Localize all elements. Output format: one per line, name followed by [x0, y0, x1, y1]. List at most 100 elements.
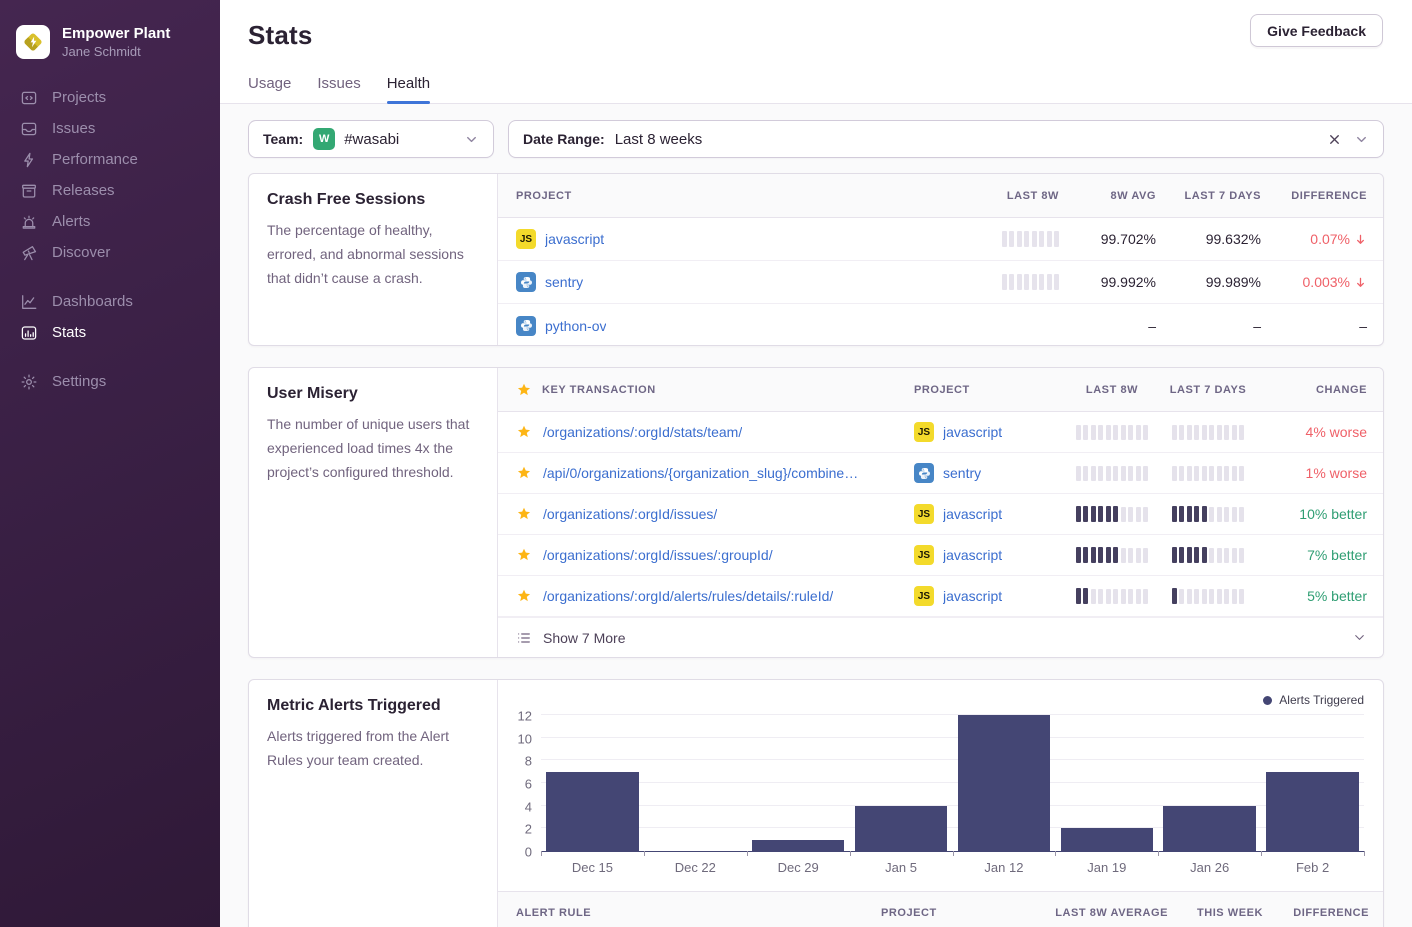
y-axis-label: 8 — [525, 754, 532, 769]
project-link[interactable]: javascript — [943, 506, 1002, 522]
sidebar-item-label: Settings — [52, 373, 106, 390]
gridline — [541, 737, 1364, 738]
sidebar-item-performance[interactable]: Performance — [0, 144, 220, 175]
star-icon — [516, 382, 532, 398]
legend-dot-icon — [1263, 696, 1272, 705]
avg-8w-value: 99.992% — [1101, 274, 1156, 290]
transaction-link[interactable]: /organizations/:orgId/stats/team/ — [543, 424, 742, 440]
y-axis-label: 10 — [518, 731, 532, 746]
alert-rules-table-header: ALERT RULEPROJECTLAST 8W AVERAGETHIS WEE… — [498, 891, 1383, 927]
x-axis-tick — [953, 851, 954, 856]
python-platform-icon — [516, 316, 536, 336]
chart-bar — [1163, 806, 1256, 851]
x-axis-tick — [541, 851, 542, 856]
y-axis-label: 2 — [525, 822, 532, 837]
user-misery-description: User Misery The number of unique users t… — [249, 368, 498, 657]
project-link[interactable]: python-ov — [545, 318, 606, 334]
metric-alerts-description: Metric Alerts Triggered Alerts triggered… — [249, 680, 498, 927]
clear-icon[interactable] — [1327, 132, 1342, 147]
team-select[interactable]: Team: W #wasabi — [248, 120, 494, 158]
sidebar-item-issues[interactable]: Issues — [0, 113, 220, 144]
panel-description: The percentage of healthy, errored, and … — [267, 218, 479, 290]
project-link[interactable]: sentry — [943, 465, 981, 481]
key-transaction-star-icon[interactable] — [516, 588, 532, 604]
project-link[interactable]: javascript — [545, 231, 604, 247]
sidebar-item-stats[interactable]: Stats — [0, 317, 220, 348]
sidebar-item-releases[interactable]: Releases — [0, 175, 220, 206]
column-header: LAST 8W — [1086, 384, 1138, 396]
sidebar-item-discover[interactable]: Discover — [0, 237, 220, 268]
y-axis-label: 4 — [525, 799, 532, 814]
releases-icon — [20, 182, 38, 200]
table-row: /organizations/:orgId/issues/ JSjavascri… — [498, 494, 1383, 535]
x-axis-tick — [1364, 851, 1365, 856]
javascript-platform-icon: JS — [914, 545, 934, 565]
date-range-label: Date Range: — [523, 131, 605, 147]
panel-title: User Misery — [267, 385, 479, 403]
team-label: Team: — [263, 131, 303, 147]
sidebar-item-settings[interactable]: Settings — [0, 366, 220, 397]
panel-title: Crash Free Sessions — [267, 191, 479, 209]
tab-usage[interactable]: Usage — [248, 75, 291, 103]
project-link[interactable]: sentry — [545, 274, 583, 290]
tab-health[interactable]: Health — [387, 75, 430, 103]
sidebar-nav: ProjectsIssuesPerformanceReleases Alerts D… — [0, 82, 220, 397]
x-axis-label: Feb 2 — [1261, 860, 1364, 875]
key-transaction-star-icon[interactable] — [516, 465, 532, 481]
transaction-link[interactable]: /organizations/:orgId/issues/:groupId/ — [543, 547, 773, 563]
sidebar: Empower Plant Jane Schmidt ProjectsIssue… — [0, 0, 220, 927]
column-header: LAST 8W — [1007, 190, 1059, 202]
sparkline — [1076, 466, 1149, 481]
transaction-link[interactable]: /organizations/:orgId/issues/ — [543, 506, 717, 522]
page-header: Stats Give Feedback UsageIssuesHealth — [220, 0, 1412, 104]
sidebar-nav-group: ProjectsIssuesPerformanceReleases Alerts D… — [0, 82, 220, 268]
table-row: /organizations/:orgId/alerts/rules/detai… — [498, 576, 1383, 617]
x-axis-label: Jan 12 — [953, 860, 1056, 875]
sparkline — [1076, 506, 1149, 522]
x-axis-label: Jan 19 — [1055, 860, 1158, 875]
issues-icon — [20, 120, 38, 138]
show-more-label: Show 7 More — [543, 630, 625, 646]
stats-icon — [20, 324, 38, 342]
org-switcher[interactable]: Empower Plant Jane Schmidt — [0, 20, 220, 60]
sparkline — [1172, 506, 1245, 522]
key-transaction-star-icon[interactable] — [516, 547, 532, 563]
python-platform-icon — [516, 272, 536, 292]
user-misery-panel: User Misery The number of unique users t… — [248, 367, 1384, 658]
sparkline — [1076, 425, 1149, 440]
give-feedback-button[interactable]: Give Feedback — [1250, 14, 1383, 47]
transaction-link[interactable]: /organizations/:orgId/alerts/rules/detai… — [543, 588, 833, 604]
sidebar-item-alerts[interactable]: Alerts — [0, 206, 220, 237]
project-link[interactable]: javascript — [943, 588, 1002, 604]
crash-table-header: PROJECT LAST 8W 8W AVG LAST 7 DAYS DIFFE… — [498, 174, 1383, 218]
difference-value: – — [1359, 318, 1367, 334]
sidebar-item-projects[interactable]: Projects — [0, 82, 220, 113]
key-transaction-star-icon[interactable] — [516, 506, 532, 522]
show-more-button[interactable]: Show 7 More — [498, 617, 1383, 657]
table-row: JSjavascript 99.702% 99.632% 0.07% — [498, 218, 1383, 261]
javascript-platform-icon: JS — [516, 229, 536, 249]
key-transaction-star-icon[interactable] — [516, 424, 532, 440]
org-logo-icon — [16, 25, 50, 59]
change-value: 5% better — [1307, 588, 1367, 604]
filter-row: Team: W #wasabi Date Range: Last 8 weeks — [248, 120, 1384, 158]
date-range-select[interactable]: Date Range: Last 8 weeks — [508, 120, 1384, 158]
project-link[interactable]: javascript — [943, 547, 1002, 563]
org-text: Empower Plant Jane Schmidt — [62, 24, 170, 60]
tabs: Usage Issues Health — [248, 75, 1384, 103]
project-link[interactable]: javascript — [943, 424, 1002, 440]
tab-issues[interactable]: Issues — [317, 75, 360, 103]
user-misery-table: KEY TRANSACTION PROJECT LAST 8W LAST 7 D… — [498, 368, 1383, 657]
sidebar-item-dashboards[interactable]: Dashboards — [0, 286, 220, 317]
transaction-link[interactable]: /api/0/organizations/{organization_slug}… — [543, 465, 858, 481]
last-7d-value: 99.989% — [1206, 274, 1261, 290]
sparkline — [1172, 466, 1245, 481]
metric-alerts-chart: Alerts Triggered 024681012 Dec 15Dec 22D… — [498, 680, 1383, 875]
x-axis-tick — [1158, 851, 1159, 856]
chart-legend: Alerts Triggered — [498, 692, 1364, 708]
x-axis-label: Jan 26 — [1158, 860, 1261, 875]
sidebar-item-label: Alerts — [52, 213, 90, 230]
x-axis-label: Jan 5 — [850, 860, 953, 875]
difference-value: 0.003% — [1303, 274, 1367, 290]
crash-free-sessions-description: Crash Free Sessions The percentage of he… — [249, 174, 498, 345]
